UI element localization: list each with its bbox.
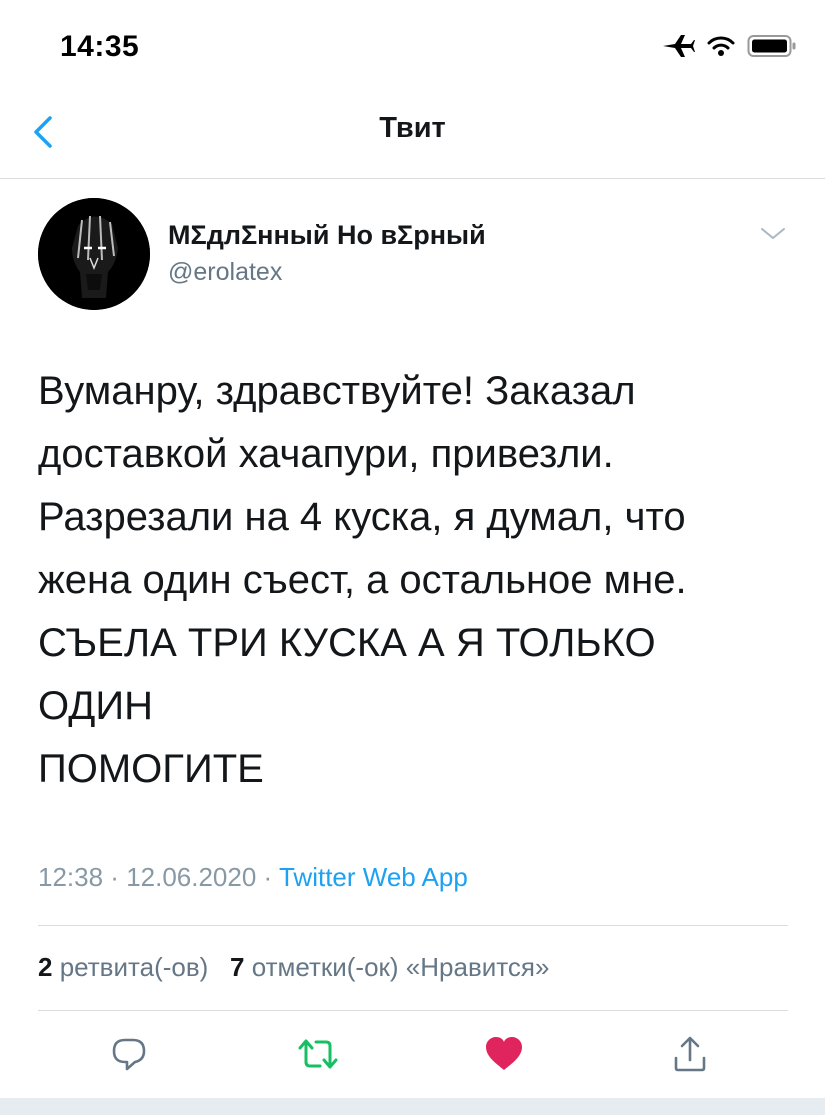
status-bar: 14:35 <box>0 0 825 90</box>
tweet-date: 12.06.2020 <box>126 862 257 892</box>
author-name[interactable]: MΣдлΣнный Но вΣрный <box>168 220 486 251</box>
meta-separator: · <box>103 862 127 892</box>
bottom-strip <box>0 1098 825 1115</box>
tweet-text-line: ОДИН <box>38 684 153 728</box>
chevron-down-icon <box>758 228 788 248</box>
status-icons <box>661 34 797 63</box>
tweet-text-line: доставкой хачапури, привезли. <box>38 432 614 476</box>
airplane-icon <box>661 34 695 63</box>
divider <box>38 1010 788 1011</box>
tweet-actions <box>0 1034 825 1084</box>
tweet-text: Вуманру, здравствуйте! Заказал доставкой… <box>38 360 798 801</box>
tweet-text-line: жена один съест, а остальное мне. <box>38 558 687 602</box>
tweet-text-line: СЪЕЛА ТРИ КУСКА А Я ТОЛЬКО <box>38 621 656 665</box>
retweets-count: 2 <box>38 952 53 982</box>
retweets-label: ретвита(-ов) <box>59 952 209 982</box>
retweet-button[interactable] <box>296 1034 340 1078</box>
page-title: Твит <box>379 112 446 144</box>
tweet-author: MΣдлΣнный Но вΣрный @erolatex <box>38 198 788 314</box>
tweet-menu-button[interactable] <box>758 224 788 244</box>
meta-separator: · <box>256 862 279 892</box>
wifi-icon <box>707 35 735 62</box>
like-icon <box>483 1034 525 1079</box>
divider <box>38 925 788 926</box>
tweet-text-line: Разрезали на 4 куска, я думал, что <box>38 495 686 539</box>
likes-count: 7 <box>230 952 245 982</box>
like-button[interactable] <box>482 1034 526 1078</box>
nav-bar: Твит <box>0 90 825 179</box>
tweet-timestamp: 12:38 · 12.06.2020 · Twitter Web App <box>38 862 468 893</box>
likes-label: отметки(-ок) «Нравится» <box>251 952 550 982</box>
share-icon <box>670 1034 710 1079</box>
status-time: 14:35 <box>60 30 140 63</box>
reply-icon <box>109 1034 149 1079</box>
tweet-text-line: Вуманру, здравствуйте! Заказал <box>38 369 636 413</box>
tweet-time: 12:38 <box>38 862 104 892</box>
tweet-detail-screen: 14:35 Твит MΣдлΣнный Но вΣрный @erolatex… <box>0 0 825 1115</box>
share-button[interactable] <box>668 1034 712 1078</box>
tweet-stats: 2 ретвита(-ов) 7 отметки(-ок) «Нравится» <box>38 952 549 983</box>
author-handle[interactable]: @erolatex <box>168 258 282 287</box>
likes-stat[interactable]: 7 отметки(-ок) «Нравится» <box>230 952 549 982</box>
retweet-icon <box>296 1034 340 1079</box>
reply-button[interactable] <box>107 1034 151 1078</box>
avatar[interactable] <box>38 198 150 310</box>
tweet-source-link[interactable]: Twitter Web App <box>279 862 468 892</box>
retweets-stat[interactable]: 2 ретвита(-ов) <box>38 952 208 982</box>
tweet-text-line: ПОМОГИТЕ <box>38 747 264 791</box>
battery-icon <box>747 34 797 63</box>
